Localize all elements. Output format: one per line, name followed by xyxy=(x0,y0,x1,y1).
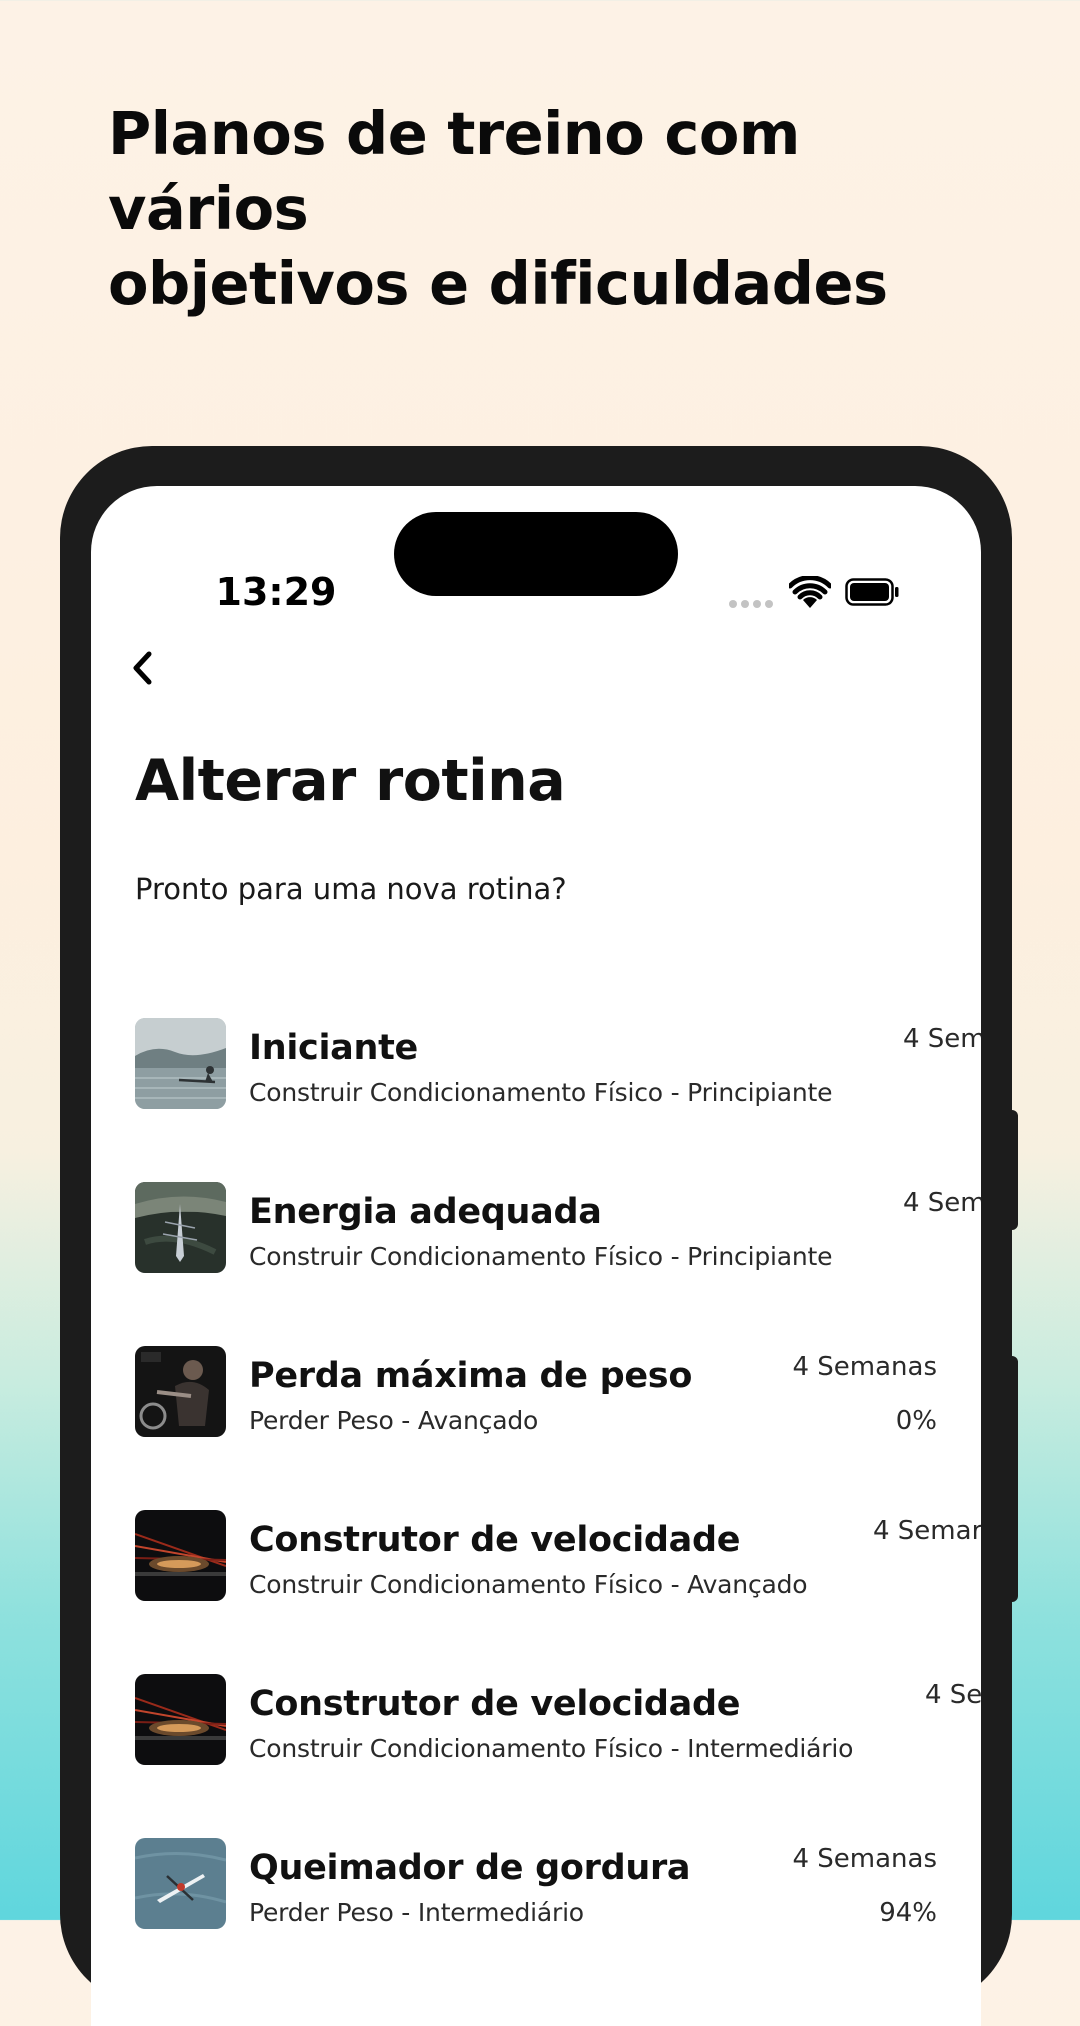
routine-title: Energia adequada xyxy=(249,1192,602,1232)
dynamic-island xyxy=(394,512,678,596)
speed-lights-thumbnail xyxy=(135,1510,226,1601)
routine-item-energia-adequada[interactable]: Energia adequada Construir Condicionamen… xyxy=(91,1164,981,1284)
wifi-icon xyxy=(789,576,831,608)
routine-duration: 4 Sem xyxy=(903,1024,981,1054)
battery-icon xyxy=(845,578,899,606)
routine-item-iniciante[interactable]: Iniciante Construir Condicionamento Físi… xyxy=(91,1000,981,1120)
phone-frame: 13:29 Alterar rotina Pronto para uma nov… xyxy=(60,446,1012,2026)
routine-description: Construir Condicionamento Físico - Princ… xyxy=(249,1242,833,1271)
routine-progress: 0% xyxy=(895,1406,937,1436)
routine-duration: 4 Semanas xyxy=(792,1844,937,1874)
routine-duration: 4 Semar xyxy=(873,1516,981,1546)
routine-description: Construir Condicionamento Físico - Avanç… xyxy=(249,1570,808,1599)
page-title: Alterar rotina xyxy=(135,748,566,814)
routine-description: Perder Peso - Avançado xyxy=(249,1406,539,1435)
routine-item-construtor-de-velocidade-avancado[interactable]: Construtor de velocidade Construir Condi… xyxy=(91,1492,981,1612)
rowing-boat-aerial-thumbnail xyxy=(135,1182,226,1273)
page-subtitle: Pronto para uma nova rotina? xyxy=(135,872,567,906)
routine-description: Perder Peso - Intermediário xyxy=(249,1898,584,1927)
promo-headline-line-1: Planos de treino com vários xyxy=(108,99,800,243)
routine-progress: 94% xyxy=(879,1898,937,1928)
routine-title: Construtor de velocidade xyxy=(249,1684,741,1724)
routine-duration: 4 Se xyxy=(925,1680,981,1710)
routine-description: Construir Condicionamento Físico - Inter… xyxy=(249,1734,854,1763)
status-time: 13:29 xyxy=(215,570,337,614)
routine-item-construtor-de-velocidade-intermediario[interactable]: Construtor de velocidade Construir Condi… xyxy=(91,1656,981,1776)
routine-title: Construtor de velocidade xyxy=(249,1520,741,1560)
routine-title: Iniciante xyxy=(249,1028,418,1068)
routine-title: Queimador de gordura xyxy=(249,1848,691,1888)
indoor-rowing-athlete-thumbnail xyxy=(135,1346,226,1437)
chevron-left-icon xyxy=(133,651,152,685)
routine-item-queimador-de-gordura[interactable]: Queimador de gordura Perder Peso - Inter… xyxy=(91,1820,981,1940)
routine-title: Perda máxima de peso xyxy=(249,1356,693,1396)
rowing-on-lake-thumbnail xyxy=(135,1018,226,1109)
signal-dots-icon xyxy=(729,600,775,610)
promo-headline-line-2: objetivos e dificuldades xyxy=(108,249,888,318)
speed-lights-thumbnail xyxy=(135,1674,226,1765)
routine-duration: 4 Sem xyxy=(903,1188,981,1218)
routine-description: Construir Condicionamento Físico - Princ… xyxy=(249,1078,833,1107)
routine-item-perda-maxima-de-peso[interactable]: Perda máxima de peso Perder Peso - Avanç… xyxy=(91,1328,981,1448)
promo-headline: Planos de treino com vários objetivos e … xyxy=(108,96,988,321)
routine-duration: 4 Semanas xyxy=(792,1352,937,1382)
phone-screen: 13:29 Alterar rotina Pronto para uma nov… xyxy=(91,486,981,2026)
back-button[interactable] xyxy=(113,638,173,698)
kayak-on-water-thumbnail xyxy=(135,1838,226,1929)
